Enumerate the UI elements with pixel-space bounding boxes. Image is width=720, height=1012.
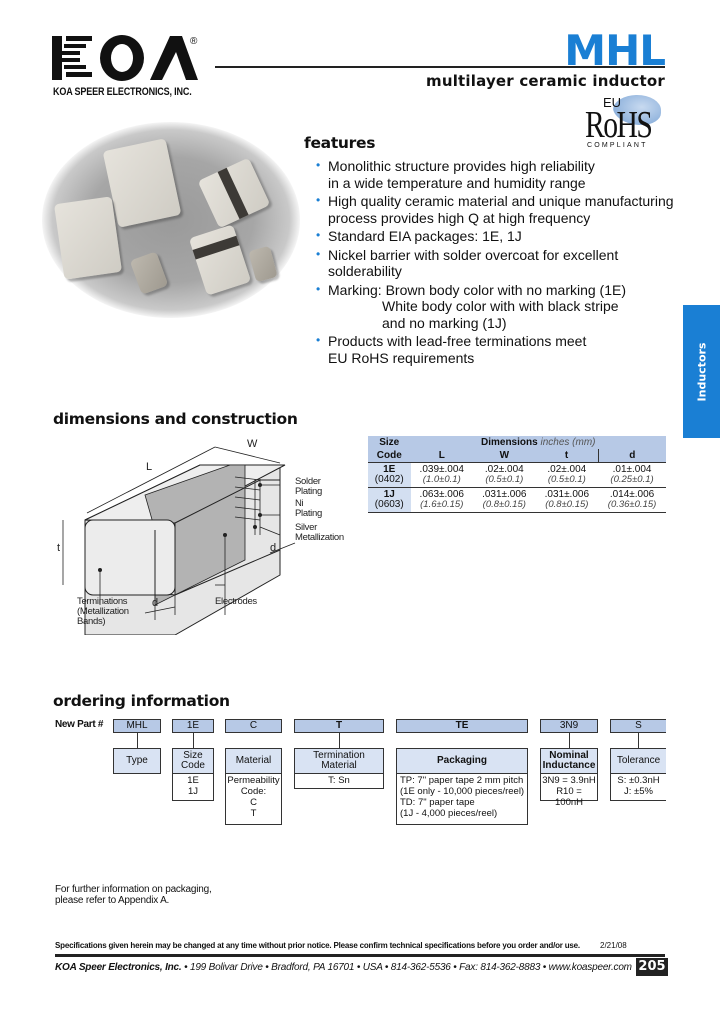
col-t: t [535,449,599,463]
dimensions-header: Dimensions inches (mm) [410,436,666,449]
feature-item: High quality ceramic material and unique… [316,192,676,226]
feature-item: Standard EIA packages: 1E, 1J [316,227,676,245]
page-number: 205 [636,958,668,976]
code-tolerance: S [610,719,666,733]
product-name: multilayer ceramic inductor [425,72,665,90]
chip-image [102,138,182,228]
dimensions-table: Size Dimensions inches (mm) Code L W t d… [368,436,666,513]
features-heading: features [304,134,376,152]
connector [638,733,639,748]
packaging-note: For further information on packaging, pl… [55,884,212,906]
label-L: L [146,461,152,473]
label-d-left: d [152,597,158,609]
features-list: Monolithic structure provides high relia… [316,157,676,368]
chip-image [197,157,271,229]
values-material: Permeability Code: C T [225,773,282,825]
col-L: L [410,449,474,463]
connector [193,733,194,748]
label-termination: Termination Material [294,748,384,774]
company-name: KOA SPEER ELECTRONICS, INC. [53,86,192,98]
side-tab-label: Inductors [695,342,708,401]
code-inductance: 3N9 [540,719,598,733]
chip-image [248,245,278,283]
label-material: Material [225,748,282,774]
product-code: MHL [564,26,666,75]
table-row: 1E (0402) .039±.004 (1.0±0.1) .02±.004 (0.5… [368,462,666,488]
rohs-compliant: COMPLIANT [587,142,648,149]
footer-address: KOA Speer Electronics, Inc. • 199 Boliva… [55,962,632,973]
chip-image [129,251,169,295]
code-material: C [225,719,282,733]
label-solder-plating: Solder Plating [295,476,322,497]
values-tolerance: S: ±0.3nH J: ±5% [610,773,666,801]
values-size-code: 1E 1J [172,773,214,801]
registered-mark: ® [190,36,198,47]
label-W: W [247,438,258,450]
feature-item: Products with lead-free terminations mee… [316,332,676,366]
revision-date: 2/21/08 [600,941,627,950]
label-ni-plating: Ni Plating [295,498,322,519]
label-terminations: Terminations (Metallization Bands) [77,596,129,627]
label-silver-metallization: Silver Metallization [295,522,344,543]
label-tolerance: Tolerance [610,748,666,774]
dimensions-heading: dimensions and construction [53,410,298,428]
connector [339,733,340,748]
code-size: 1E [172,719,214,733]
side-tab-inductors[interactable]: Inductors [683,305,720,438]
values-inductance: 3N9 = 3.9nH R10 = 100nH [540,773,598,808]
col-W: W [473,449,536,463]
code-type: MHL [113,719,161,733]
code-header: Code [368,449,411,463]
label-electrodes: Electrodes [215,596,257,607]
values-packaging: TP: 7" paper tape 2 mm pitch (1E only - 1… [396,773,528,825]
koa-logo: ® [52,35,198,81]
feature-item: Monolithic structure provides high relia… [316,157,676,191]
connector [569,733,570,748]
label-size-code: Size Code [172,748,214,774]
col-d: d [598,449,666,463]
code-termination: T [294,719,384,733]
chip-image [53,196,123,280]
code-packaging: TE [396,719,528,733]
feature-item: Marking: Brown body color with no markin… [316,281,676,332]
footer-rule [55,954,665,957]
rohs-badge: EU RoHS COMPLIANT [585,95,665,155]
label-inductance: Nominal Inductance [540,748,598,774]
product-photo [42,122,300,318]
rohs-mark: RoHS [585,104,653,146]
chip-image [188,224,252,296]
label-packaging: Packaging [396,748,528,774]
construction-diagram: L W t d d Solder Plating Ni Plating Silv… [55,435,365,636]
connector [137,733,138,748]
feature-item: Nickel barrier with solder overcoat for … [316,246,676,280]
size-header: Size [368,436,411,449]
new-part-label: New Part # [55,719,104,730]
label-t: t [57,542,60,554]
label-d-right: d [270,542,276,554]
values-termination: T: Sn [294,773,384,789]
table-row: 1J (0603) .063±.006 (1.6±0.15) .031±.006 (0… [368,487,666,513]
label-type: Type [113,748,161,774]
ordering-heading: ordering information [53,692,230,710]
disclaimer: Specifications given herein may be chang… [55,941,580,950]
